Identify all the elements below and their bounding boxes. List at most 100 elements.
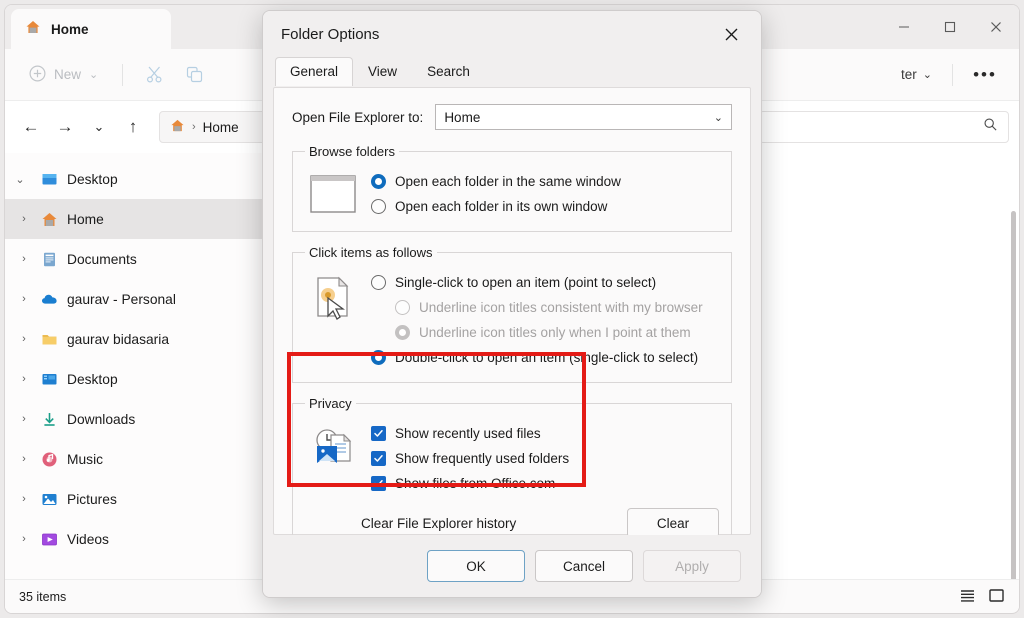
checkbox[interactable] xyxy=(371,451,386,466)
minimize-button[interactable] xyxy=(881,5,927,49)
copy-icon[interactable] xyxy=(177,60,211,90)
nav-item-gaurav-bidasaria[interactable]: › gaurav bidasaria xyxy=(5,319,271,359)
details-view-icon[interactable] xyxy=(988,587,1005,607)
explorer-tab-home[interactable]: Home xyxy=(11,9,171,49)
recent-locations-button[interactable]: ⌄ xyxy=(83,111,115,143)
expand-chevron-icon[interactable]: ⌄ xyxy=(5,173,35,186)
dialog-close-button[interactable] xyxy=(711,17,751,51)
radio-button xyxy=(395,300,410,315)
expand-chevron-icon[interactable]: › xyxy=(5,493,35,505)
apply-button: Apply xyxy=(643,550,741,582)
home-icon xyxy=(170,118,185,136)
dialog-tab-general[interactable]: General xyxy=(275,57,354,86)
nav-item-videos[interactable]: › Videos xyxy=(5,519,271,559)
chevron-down-icon: ⌄ xyxy=(922,69,932,81)
click-items-option-2: Underline icon titles only when I point … xyxy=(371,320,719,345)
open-file-explorer-label: Open File Explorer to: xyxy=(292,109,424,125)
clear-button[interactable]: Clear xyxy=(627,508,719,538)
breadcrumb-item-home[interactable]: Home xyxy=(203,120,239,135)
browse-folders-group: Browse folders Open each folder in the s… xyxy=(292,144,732,232)
filter-button[interactable]: ter ⌄ xyxy=(893,67,940,82)
open-file-explorer-row: Open File Explorer to: Home ⌄ xyxy=(292,104,732,130)
nav-item-gaurav-personal[interactable]: › gaurav - Personal xyxy=(5,279,271,319)
nav-item-label: Desktop xyxy=(67,371,118,387)
privacy-checkbox-row-2[interactable]: Show files from Office.com xyxy=(371,471,719,496)
close-button[interactable] xyxy=(973,5,1019,49)
list-view-icon[interactable] xyxy=(959,587,976,607)
back-button[interactable]: ← xyxy=(15,111,47,143)
maximize-button[interactable] xyxy=(927,5,973,49)
open-file-explorer-select[interactable]: Home ⌄ xyxy=(435,104,732,130)
click-items-legend: Click items as follows xyxy=(309,245,433,260)
privacy-checkbox-label: Show frequently used folders xyxy=(395,451,570,466)
up-button[interactable]: ↑ xyxy=(117,111,149,143)
dialog-general-panel: Open File Explorer to: Home ⌄ Browse fol… xyxy=(273,87,751,594)
nav-item-label: Pictures xyxy=(67,491,117,507)
folder-options-dialog: Folder Options General View Search Open Fi… xyxy=(262,10,762,598)
videos-icon xyxy=(35,531,63,548)
window-controls xyxy=(881,5,1019,49)
nav-item-documents[interactable]: › Documents xyxy=(5,239,271,279)
ok-button[interactable]: OK xyxy=(427,550,525,582)
screen: Home New ⌄ ter ⌄ ••• ← → ⌄ ↑ › Home ⌄ De… xyxy=(0,0,1024,618)
click-items-option-0[interactable]: Single-click to open an item (point to s… xyxy=(371,270,719,295)
explorer-tab-label: Home xyxy=(51,21,89,37)
nav-item-pictures[interactable]: › Pictures xyxy=(5,479,271,519)
radio-button[interactable] xyxy=(371,350,386,365)
radio-button[interactable] xyxy=(371,275,386,290)
privacy-group: Privacy Show recently used files Show fr… xyxy=(292,396,732,551)
expand-chevron-icon[interactable]: › xyxy=(5,213,35,225)
vertical-scrollbar[interactable] xyxy=(1011,211,1016,613)
expand-chevron-icon[interactable]: › xyxy=(5,253,35,265)
nav-item-desktop[interactable]: › Desktop xyxy=(5,359,271,399)
click-items-option-label: Double-click to open an item (single-cli… xyxy=(395,350,699,365)
radio-button[interactable] xyxy=(371,199,386,214)
nav-item-downloads[interactable]: › Downloads xyxy=(5,399,271,439)
expand-chevron-icon[interactable]: › xyxy=(5,453,35,465)
chevron-down-icon: ⌄ xyxy=(89,69,99,81)
nav-item-label: Videos xyxy=(67,531,109,547)
expand-chevron-icon[interactable]: › xyxy=(5,373,35,385)
browse-folders-option-label: Open each folder in its own window xyxy=(395,199,608,214)
filter-button-label: ter xyxy=(901,67,917,82)
nav-item-music[interactable]: › Music xyxy=(5,439,271,479)
browse-folders-option-0[interactable]: Open each folder in the same window xyxy=(371,169,719,194)
new-button-label: New xyxy=(54,67,82,82)
checkbox[interactable] xyxy=(371,426,386,441)
checkbox[interactable] xyxy=(371,476,386,491)
pictures-icon xyxy=(35,491,63,508)
privacy-checkbox-row-0[interactable]: Show recently used files xyxy=(371,421,719,446)
home-icon xyxy=(35,211,63,228)
toolbar-divider-2 xyxy=(952,63,953,86)
browse-folders-option-label: Open each folder in the same window xyxy=(395,174,621,189)
item-count-label: 35 items xyxy=(19,589,67,604)
cancel-button[interactable]: Cancel xyxy=(535,550,633,582)
home-icon xyxy=(25,19,41,40)
dialog-tab-view[interactable]: View xyxy=(353,57,412,86)
radio-button[interactable] xyxy=(371,174,386,189)
nav-item-desktop[interactable]: ⌄ Desktop xyxy=(5,159,271,199)
nav-item-label: gaurav - Personal xyxy=(67,291,176,307)
view-mode-buttons xyxy=(959,587,1005,607)
privacy-checkbox-label: Show files from Office.com xyxy=(395,476,556,491)
scissors-icon[interactable] xyxy=(137,60,171,90)
privacy-checkbox-row-1[interactable]: Show frequently used folders xyxy=(371,446,719,471)
nav-item-home[interactable]: › Home xyxy=(5,199,271,239)
expand-chevron-icon[interactable]: › xyxy=(5,533,35,545)
more-options-button[interactable]: ••• xyxy=(965,60,1005,90)
privacy-options: Show recently used files Show frequently … xyxy=(371,421,719,496)
click-items-group: Click items as follows Single-click to o… xyxy=(292,245,732,383)
click-items-option-label: Underline icon titles only when I point … xyxy=(419,325,691,340)
dialog-tab-search[interactable]: Search xyxy=(412,57,485,86)
expand-chevron-icon[interactable]: › xyxy=(5,293,35,305)
new-button[interactable]: New ⌄ xyxy=(19,59,108,91)
search-input[interactable] xyxy=(759,111,1009,143)
forward-button[interactable]: → xyxy=(49,111,81,143)
expand-chevron-icon[interactable]: › xyxy=(5,413,35,425)
expand-chevron-icon[interactable]: › xyxy=(5,333,35,345)
browse-folders-option-1[interactable]: Open each folder in its own window xyxy=(371,194,719,219)
nav-item-label: Downloads xyxy=(67,411,136,427)
navigation-pane: ⌄ Desktop › Home › Documents › gaurav - Persona… xyxy=(5,153,271,579)
documents-icon xyxy=(35,251,63,268)
click-items-option-3[interactable]: Double-click to open an item (single-cli… xyxy=(371,345,719,370)
